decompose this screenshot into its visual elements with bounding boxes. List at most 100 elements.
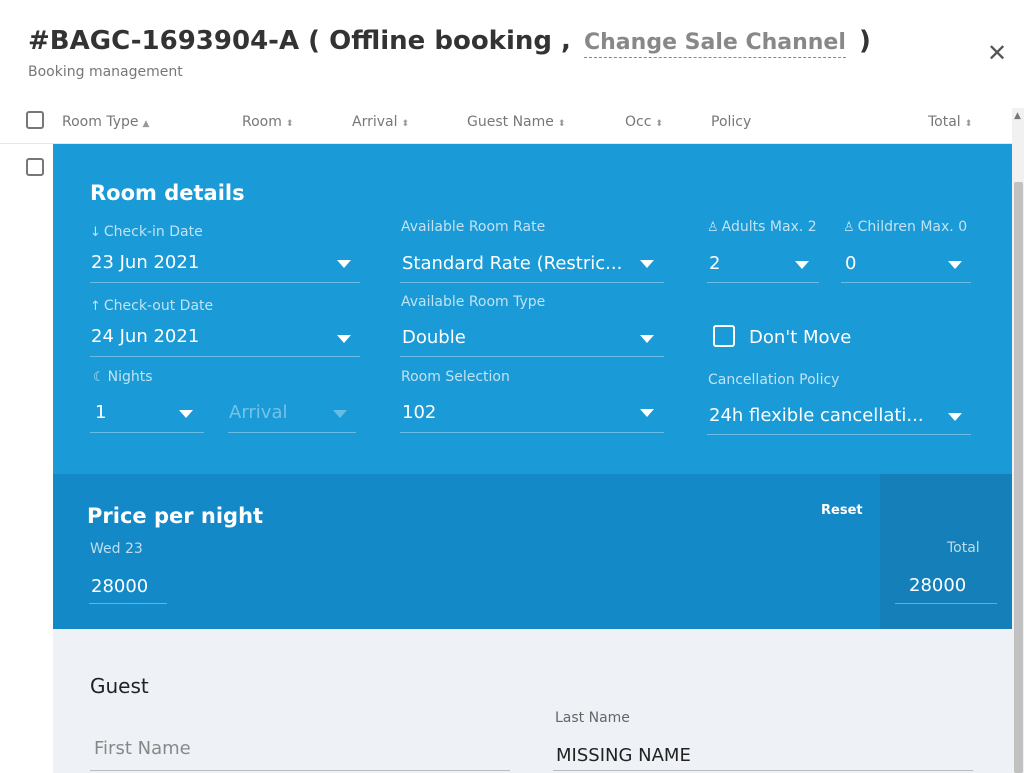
guest-panel bbox=[53, 629, 1012, 773]
sort-icon: ⬍ bbox=[964, 119, 973, 129]
sort-icon: ⬍ bbox=[401, 119, 410, 129]
column-label: Policy bbox=[711, 114, 752, 130]
paren-open: ( bbox=[308, 26, 321, 56]
sort-icon: ⬍ bbox=[557, 119, 566, 129]
dont-move-checkbox[interactable] bbox=[713, 325, 735, 347]
price-per-night-panel bbox=[53, 474, 1012, 629]
column-occ[interactable]: Occ ⬍ bbox=[625, 114, 663, 130]
cancellation-underline bbox=[707, 434, 971, 435]
room-type-underline bbox=[400, 356, 664, 357]
column-arrival[interactable]: Arrival ⬍ bbox=[352, 114, 409, 130]
last-name-input[interactable]: MISSING NAME bbox=[556, 745, 691, 766]
nights-chevron-down-icon[interactable] bbox=[179, 410, 193, 418]
room-selection-value[interactable]: 102 bbox=[402, 402, 436, 423]
change-sale-channel-link[interactable]: Change Sale Channel bbox=[584, 30, 846, 58]
nights-underline bbox=[90, 432, 204, 433]
price-per-night-title: Price per night bbox=[87, 504, 264, 528]
checkin-chevron-down-icon[interactable] bbox=[337, 260, 351, 268]
column-guest-name[interactable]: Guest Name ⬍ bbox=[467, 114, 565, 130]
total-label: Total bbox=[947, 540, 980, 556]
paren-close: ) bbox=[858, 26, 871, 56]
select-all-checkbox[interactable] bbox=[26, 111, 44, 129]
moon-icon: ☾ bbox=[93, 370, 105, 385]
room-rate-underline bbox=[400, 282, 664, 283]
column-policy: Policy bbox=[711, 114, 751, 130]
children-label-text: Children Max. 0 bbox=[857, 219, 968, 235]
room-rate-chevron-down-icon[interactable] bbox=[640, 260, 654, 268]
room-type-chevron-down-icon[interactable] bbox=[640, 335, 654, 343]
last-name-label: Last Name bbox=[555, 710, 630, 726]
nights-label-text: Nights bbox=[107, 369, 153, 385]
room-details-title: Room details bbox=[90, 181, 245, 205]
arrival-chevron-down-icon bbox=[333, 410, 347, 418]
column-total[interactable]: Total ⬍ bbox=[928, 114, 972, 130]
checkout-label: ↑ Check-out Date bbox=[90, 298, 213, 314]
room-selection-underline bbox=[400, 432, 664, 433]
total-underline bbox=[895, 603, 997, 604]
checkout-label-text: Check-out Date bbox=[103, 298, 214, 314]
room-selection-label: Room Selection bbox=[401, 369, 510, 385]
checkout-chevron-down-icon[interactable] bbox=[337, 335, 351, 343]
reset-button[interactable]: Reset bbox=[821, 503, 863, 518]
scroll-up-icon[interactable]: ▲ bbox=[1014, 112, 1022, 121]
children-label: ♙ Children Max. 0 bbox=[843, 219, 967, 235]
checkin-label-text: Check-in Date bbox=[103, 224, 203, 240]
guest-section-title: Guest bbox=[90, 674, 149, 698]
column-label: Occ bbox=[625, 114, 652, 130]
price-day-label: Wed 23 bbox=[90, 541, 143, 557]
sort-asc-icon: ▲ bbox=[142, 119, 150, 129]
column-label: Guest Name bbox=[467, 114, 554, 130]
room-rate-label: Available Room Rate bbox=[401, 219, 546, 235]
booking-ref: #BAGC-1693904-A bbox=[28, 26, 300, 56]
arrival-select: Arrival bbox=[229, 402, 288, 423]
arrow-up-icon: ↑ bbox=[90, 299, 101, 314]
column-room-type[interactable]: Room Type ▲ bbox=[62, 114, 149, 130]
price-day-input[interactable]: 28000 bbox=[91, 576, 148, 597]
booking-kind: Offline booking , bbox=[329, 26, 571, 56]
adults-chevron-down-icon[interactable] bbox=[795, 261, 809, 269]
person-icon: ♙ bbox=[707, 220, 719, 235]
sort-icon: ⬍ bbox=[285, 119, 294, 129]
last-name-underline bbox=[553, 770, 973, 771]
cancellation-policy-label: Cancellation Policy bbox=[708, 372, 840, 388]
first-name-input[interactable]: First Name bbox=[94, 738, 191, 759]
arrival-underline bbox=[228, 432, 356, 433]
checkout-underline bbox=[90, 356, 360, 357]
cancellation-policy-select-value[interactable]: 24h flexible cancellati... bbox=[709, 405, 924, 426]
room-rate-select-value[interactable]: Standard Rate (Restric... bbox=[402, 253, 622, 274]
checkin-underline bbox=[90, 282, 360, 283]
column-label: Room bbox=[242, 114, 282, 130]
nights-select-value[interactable]: 1 bbox=[95, 402, 106, 423]
dont-move-label[interactable]: Don't Move bbox=[749, 327, 851, 348]
total-box bbox=[880, 474, 1012, 629]
adults-select-value[interactable]: 2 bbox=[709, 253, 720, 274]
adults-underline bbox=[707, 282, 819, 283]
scrollbar-thumb[interactable] bbox=[1014, 182, 1023, 773]
children-underline bbox=[841, 282, 971, 283]
bookings-table-header: Room Type ▲ Room ⬍ Arrival ⬍ Guest Name ⬍ Oc… bbox=[0, 108, 1012, 144]
checkin-date-value[interactable]: 23 Jun 2021 bbox=[91, 252, 199, 273]
price-day-underline bbox=[89, 603, 167, 604]
checkin-label: ↓ Check-in Date bbox=[90, 224, 203, 240]
child-icon: ♙ bbox=[843, 220, 855, 235]
children-chevron-down-icon[interactable] bbox=[948, 261, 962, 269]
close-icon[interactable]: ✕ bbox=[984, 40, 1010, 66]
room-selection-chevron-down-icon[interactable] bbox=[640, 409, 654, 417]
children-select-value[interactable]: 0 bbox=[845, 253, 856, 274]
column-label: Total bbox=[928, 114, 961, 130]
checkout-date-value[interactable]: 24 Jun 2021 bbox=[91, 326, 199, 347]
page-subtitle: Booking management bbox=[28, 64, 183, 80]
sort-icon: ⬍ bbox=[655, 119, 663, 129]
modal-header: #BAGC-1693904-A ( Offline booking , Chan… bbox=[0, 0, 1024, 108]
adults-label-text: Adults Max. 2 bbox=[721, 219, 817, 235]
nights-label: ☾ Nights bbox=[93, 369, 153, 385]
column-label: Room Type bbox=[62, 114, 139, 130]
total-value: 28000 bbox=[909, 575, 967, 596]
cancellation-chevron-down-icon[interactable] bbox=[948, 413, 962, 421]
room-type-select-value[interactable]: Double bbox=[402, 327, 466, 348]
column-label: Arrival bbox=[352, 114, 398, 130]
arrow-down-icon: ↓ bbox=[90, 225, 101, 240]
adults-label: ♙ Adults Max. 2 bbox=[707, 219, 817, 235]
row-checkbox[interactable] bbox=[26, 158, 44, 176]
column-room[interactable]: Room ⬍ bbox=[242, 114, 293, 130]
